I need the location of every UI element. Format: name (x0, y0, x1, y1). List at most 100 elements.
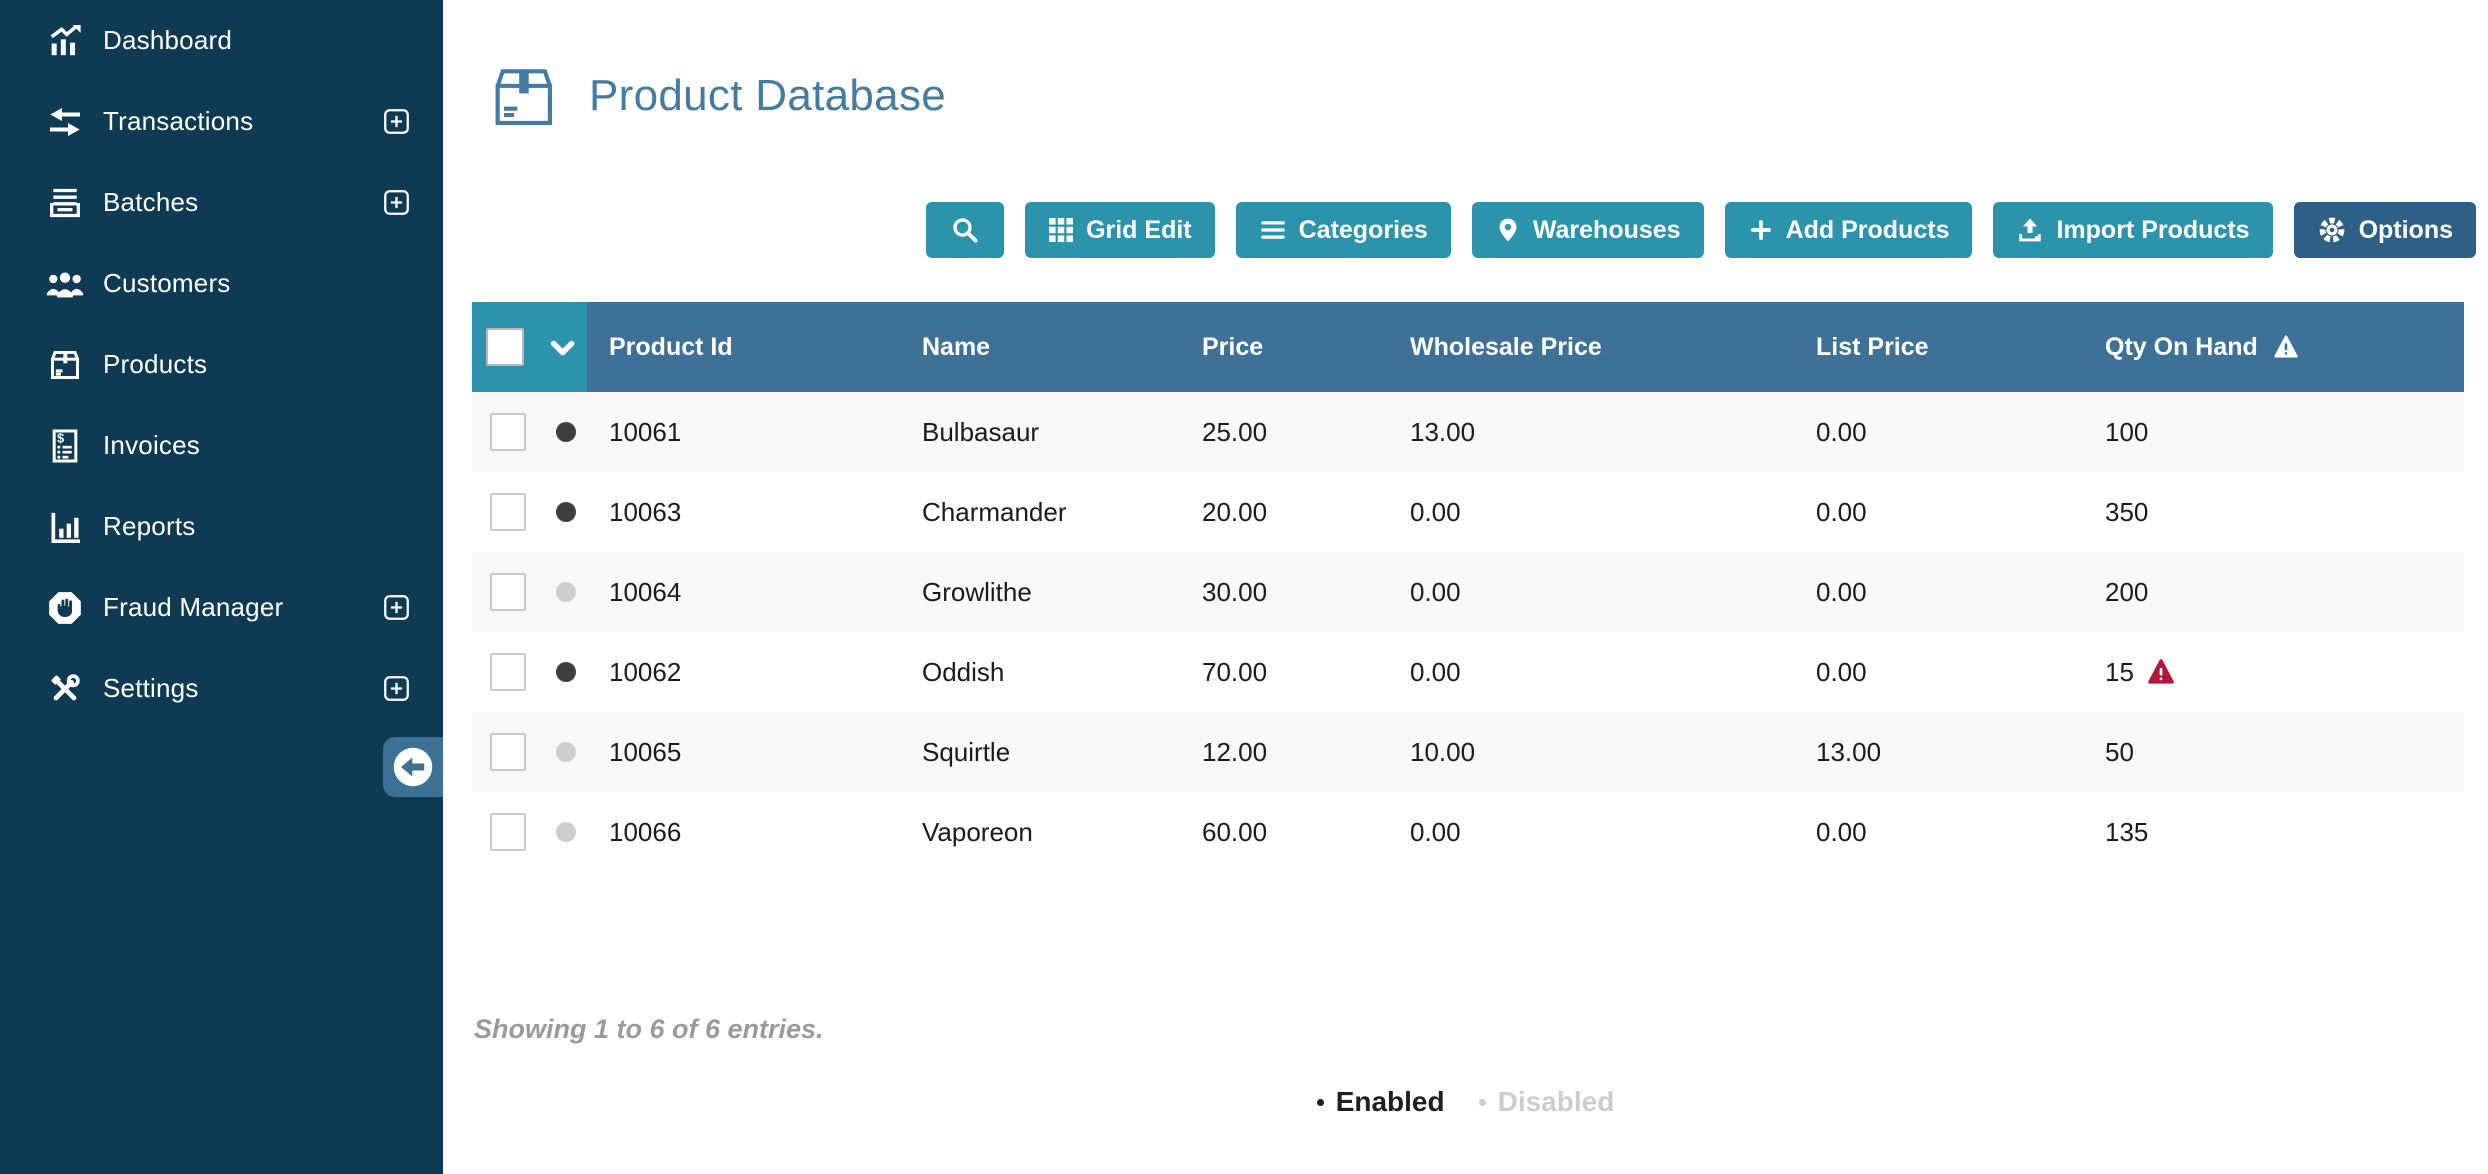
sidebar-item-invoices[interactable]: $ Invoices (0, 405, 443, 486)
sidebar-item-label: Products (103, 349, 410, 380)
search-button[interactable] (926, 202, 1004, 258)
sidebar-item-settings[interactable]: Settings (0, 648, 443, 729)
column-header-price[interactable]: Price (1180, 302, 1388, 392)
column-header-wholesale-price[interactable]: Wholesale Price (1388, 302, 1794, 392)
cell-product-id: 10064 (587, 552, 900, 632)
table-body: 10061 Bulbasaur 25.00 13.00 0.00 100 100… (472, 392, 2464, 872)
row-checkbox[interactable] (490, 413, 526, 451)
disabled-dot-icon (1479, 1099, 1486, 1106)
sidebar: Dashboard Transactions Batches Cus (0, 0, 443, 1174)
cell-product-id: 10061 (587, 392, 900, 472)
chevron-down-icon[interactable] (548, 334, 575, 361)
column-header-name[interactable]: Name (900, 302, 1180, 392)
cell-price: 30.00 (1180, 552, 1388, 632)
row-checkbox[interactable] (490, 733, 526, 771)
map-pin-icon (1495, 216, 1521, 244)
column-header-qty-on-hand[interactable]: Qty On Hand (2083, 302, 2464, 392)
column-header-list-price[interactable]: List Price (1794, 302, 2083, 392)
row-select-cell (472, 472, 587, 552)
table-row[interactable]: 10062 Oddish 70.00 0.00 0.00 15 (472, 632, 2464, 712)
cell-wholesale-price: 13.00 (1388, 392, 1794, 472)
cell-price: 25.00 (1180, 392, 1388, 472)
expand-plus-icon[interactable] (383, 189, 410, 216)
qty-header-label: Qty On Hand (2105, 333, 2258, 362)
cell-list-price: 0.00 (1794, 472, 2083, 552)
options-button[interactable]: Options (2294, 202, 2476, 258)
row-checkbox[interactable] (490, 653, 526, 691)
table-row[interactable]: 10063 Charmander 20.00 0.00 0.00 350 (472, 472, 2464, 552)
row-checkbox[interactable] (490, 573, 526, 611)
qty-value: 15 (2105, 657, 2134, 688)
page-header: Product Database (485, 58, 946, 134)
table-row[interactable]: 10061 Bulbasaur 25.00 13.00 0.00 100 (472, 392, 2464, 472)
sidebar-item-label: Transactions (103, 106, 383, 137)
cell-product-id: 10063 (587, 472, 900, 552)
customers-users-icon (44, 263, 86, 305)
cell-qty-on-hand: 350 (2083, 472, 2464, 552)
table-row[interactable]: 10066 Vaporeon 60.00 0.00 0.00 135 (472, 792, 2464, 872)
legend-enabled: Enabled (1317, 1086, 1445, 1118)
categories-button[interactable]: Categories (1236, 202, 1451, 258)
reports-barchart-icon (44, 506, 86, 548)
grid-edit-button[interactable]: Grid Edit (1025, 202, 1215, 258)
cell-name: Growlithe (900, 552, 1180, 632)
cell-wholesale-price: 0.00 (1388, 792, 1794, 872)
sidebar-item-label: Invoices (103, 430, 410, 461)
cell-list-price: 0.00 (1794, 632, 2083, 712)
add-products-label: Add Products (1786, 216, 1950, 245)
page-title: Product Database (589, 71, 946, 121)
row-select-cell (472, 712, 587, 792)
table-row[interactable]: 10064 Growlithe 30.00 0.00 0.00 200 (472, 552, 2464, 632)
cell-list-price: 0.00 (1794, 392, 2083, 472)
column-header-product-id[interactable]: Product Id (587, 302, 900, 392)
invoices-document-icon: $ (44, 425, 86, 467)
sidebar-item-reports[interactable]: Reports (0, 486, 443, 567)
table-row[interactable]: 10065 Squirtle 12.00 10.00 13.00 50 (472, 712, 2464, 792)
status-dot-icon (556, 742, 576, 762)
cell-qty-on-hand: 50 (2083, 712, 2464, 792)
qty-value: 200 (2105, 577, 2148, 608)
qty-value: 350 (2105, 497, 2148, 528)
products-table: Product Id Name Price Wholesale Price Li… (472, 302, 2464, 872)
select-all-checkbox[interactable] (486, 328, 524, 366)
sidebar-item-fraud-manager[interactable]: Fraud Manager (0, 567, 443, 648)
add-products-button[interactable]: Add Products (1725, 202, 1973, 258)
row-select-cell (472, 392, 587, 472)
sidebar-collapse-button[interactable] (383, 737, 443, 797)
cell-qty-on-hand: 15 (2083, 632, 2464, 712)
qty-value: 100 (2105, 417, 2148, 448)
cell-list-price: 0.00 (1794, 792, 2083, 872)
main-content: Product Database Grid Edit Categories Wa… (443, 0, 2488, 1174)
expand-plus-icon[interactable] (383, 108, 410, 135)
status-dot-icon (556, 422, 576, 442)
cell-wholesale-price: 0.00 (1388, 632, 1794, 712)
warehouses-button[interactable]: Warehouses (1472, 202, 1704, 258)
cell-name: Squirtle (900, 712, 1180, 792)
transactions-arrows-icon (44, 101, 86, 143)
plus-icon (1748, 217, 1774, 243)
sidebar-item-batches[interactable]: Batches (0, 162, 443, 243)
batches-stack-icon (44, 182, 86, 224)
sidebar-item-products[interactable]: Products (0, 324, 443, 405)
sidebar-item-dashboard[interactable]: Dashboard (0, 0, 443, 81)
categories-label: Categories (1299, 216, 1428, 245)
import-products-button[interactable]: Import Products (1993, 202, 2272, 258)
legend-disabled: Disabled (1479, 1086, 1615, 1118)
row-checkbox[interactable] (490, 813, 526, 851)
table-header-row: Product Id Name Price Wholesale Price Li… (472, 302, 2464, 392)
sidebar-item-customers[interactable]: Customers (0, 243, 443, 324)
options-label: Options (2359, 216, 2453, 245)
svg-text:$: $ (57, 431, 64, 445)
cell-product-id: 10062 (587, 632, 900, 712)
select-all-header-cell (472, 302, 587, 392)
expand-plus-icon[interactable] (383, 594, 410, 621)
sidebar-item-transactions[interactable]: Transactions (0, 81, 443, 162)
cell-wholesale-price: 10.00 (1388, 712, 1794, 792)
arrow-circle-left-icon (392, 746, 434, 788)
cell-name: Vaporeon (900, 792, 1180, 872)
menu-lines-icon (1259, 216, 1287, 244)
expand-plus-icon[interactable] (383, 675, 410, 702)
row-checkbox[interactable] (490, 493, 526, 531)
cell-list-price: 13.00 (1794, 712, 2083, 792)
sidebar-item-label: Reports (103, 511, 410, 542)
